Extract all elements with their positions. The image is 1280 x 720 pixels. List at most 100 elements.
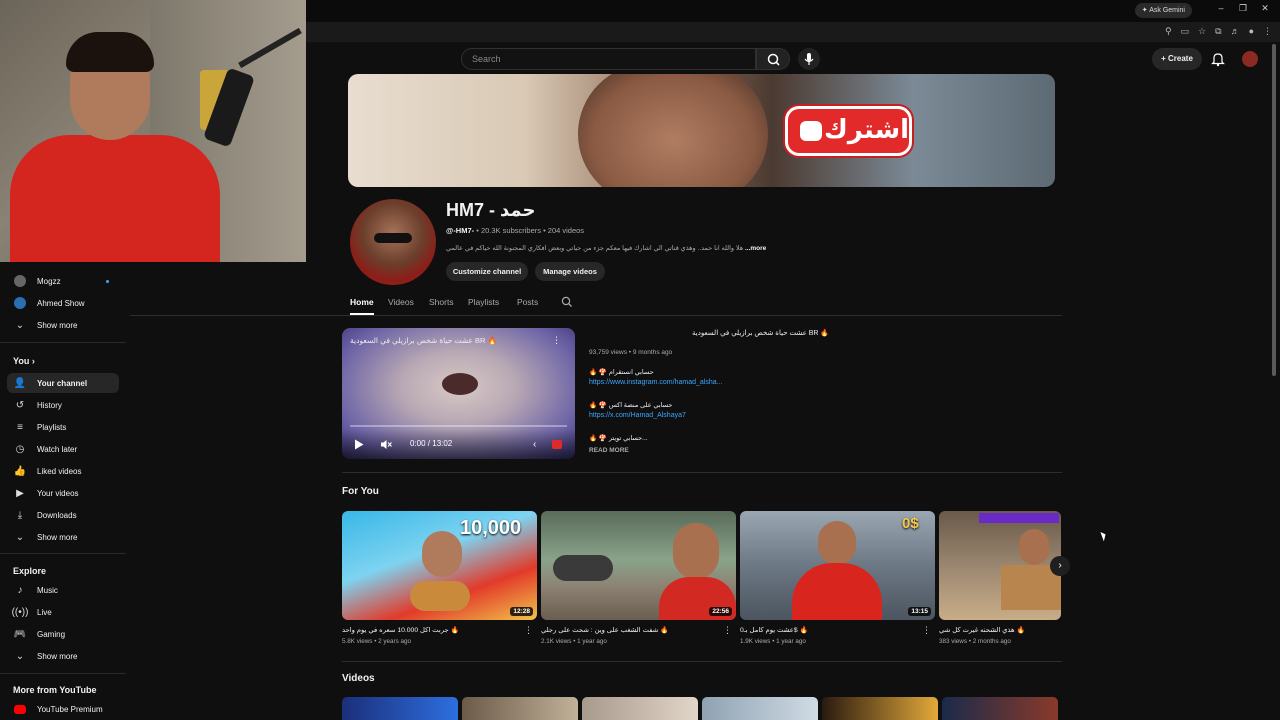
chevron-left-icon[interactable]: ‹ [533,439,536,450]
channel-description[interactable]: هلا والله انا حمد.. وهذي قناتي الي اشارك… [446,244,766,252]
carousel-next-button[interactable]: › [1050,556,1070,576]
voice-search-button[interactable] [798,48,820,70]
featured-video-title[interactable]: عشت حياة شخص برازيلي في السعودية BR 🔥 [692,329,829,337]
profile-icon[interactable]: ● [1249,26,1254,37]
video-menu-icon[interactable]: ⋮ [524,625,533,636]
tab-home[interactable]: Home [350,297,374,307]
sidebar-item-live[interactable]: ((•)) Live [7,602,119,622]
video-thumbnail[interactable]: 22:56 [541,511,736,620]
video-thumbnail[interactable] [939,511,1061,620]
sidebar-you-heading[interactable]: You › [13,356,35,366]
mute-icon[interactable] [380,439,392,450]
chevron-down-icon: ⌄ [15,319,25,331]
featured-video-views: 93,759 views • 9 months ago [589,349,673,356]
tab-videos[interactable]: Videos [388,297,414,307]
sidebar-item-your-channel[interactable]: 👤 Your channel [7,373,119,393]
account-avatar[interactable] [1242,51,1258,67]
video-thumbnail[interactable] [462,697,578,720]
video-title[interactable]: عشت يوم كامل بـ0$ 🔥 [740,626,925,634]
sidebar-divider [0,342,126,343]
tab-posts[interactable]: Posts [517,297,538,307]
play-icon[interactable] [354,439,364,450]
manage-videos-button[interactable]: Manage videos [535,262,605,281]
sidebar-item-music[interactable]: ♪ Music [7,580,119,600]
notifications-bell-icon[interactable] [1211,51,1225,67]
sidebar-item-label: YouTube Premium [37,704,103,714]
sidebar-item-watch-later[interactable]: ◷ Watch later [7,439,119,459]
sidebar-item-liked-videos[interactable]: 👍 Liked videos [7,461,119,481]
page-scrollbar[interactable] [1272,44,1276,376]
menu-kebab-icon[interactable]: ⋮ [1263,26,1272,37]
sidebar-sub-mogzz[interactable]: Mogzz [7,271,119,291]
clock-icon: ◷ [15,443,25,455]
video-icon: ▶ [16,487,24,499]
video-thumbnail[interactable] [822,697,938,720]
channel-avatar[interactable] [350,199,436,285]
channel-name: HM7 - حمد [446,200,536,220]
read-more-link[interactable]: READ MORE [589,447,629,454]
sidebar-more-heading: More from YouTube [13,685,97,695]
video-thumbnail[interactable]: 10,000 12:28 [342,511,537,620]
x-link[interactable]: https://x.com/Hamad_Alshaya7 [589,412,686,419]
music-icon: ♪ [17,584,23,596]
channel-avatar-icon [13,274,27,288]
sidebar-item-label: Downloads [37,510,77,520]
sidebar-item-gaming[interactable]: 🎮 Gaming [7,624,119,644]
create-button[interactable]: + Create [1152,48,1202,70]
close-icon[interactable]: ✕ [1256,3,1274,14]
video-title[interactable]: هذي الشحنه غيرت كل شي 🔥 [939,626,1051,634]
channel-meta: @-HM7- • 20.3K subscribers • 204 videos [446,226,584,235]
video-menu-icon[interactable]: ⋮ [723,625,732,636]
youtube-icon [13,702,27,716]
featured-video-player[interactable]: عشت حياة شخص برازيلي في السعودية BR 🔥 ⋮ … [342,328,575,459]
video-thumbnail[interactable] [942,697,1058,720]
video-duration: 22:56 [709,607,732,616]
cast-icon[interactable]: ▭ [1181,26,1190,37]
video-thumbnail[interactable] [702,697,818,720]
banner-subscribe-graphic: اشترك [785,106,912,156]
channel-search-icon[interactable] [561,296,573,308]
sidebar-item-downloads[interactable]: ⤓ Downloads [7,505,119,525]
bookmark-star-icon[interactable]: ☆ [1198,26,1206,37]
sidebar-explore-show-more[interactable]: ⌄ Show more [7,646,119,666]
video-card[interactable]: هذي الشحنه غيرت كل شي 🔥 383 views • 2 mo… [939,511,1061,656]
player-menu-icon[interactable]: ⋮ [552,335,561,346]
sidebar-item-playlists[interactable]: ≡ Playlists [7,417,119,437]
banner-face-image [578,74,768,187]
thumbnail-shelf [979,513,1059,523]
zoom-icon[interactable]: ⚲ [1165,26,1172,37]
sidebar-item-history[interactable]: ↺ History [7,395,119,415]
for-you-heading: For You [342,486,379,497]
player-controls: 0:00 / 13:02 ‹ [342,429,575,459]
search-input[interactable]: Search [461,48,756,70]
instagram-link[interactable]: https://www.instagram.com/hamad_alsha... [589,379,722,386]
thumbnail-jacket [792,563,882,620]
tab-shorts[interactable]: Shorts [429,297,454,307]
sidebar-item-your-videos[interactable]: ▶ Your videos [7,483,119,503]
search-button[interactable] [756,48,790,70]
minimize-icon[interactable]: – [1212,3,1230,13]
video-title[interactable]: جربت اكل 10.000 سعره في يوم واحد 🔥 [342,626,527,634]
customize-channel-button[interactable]: Customize channel [446,262,528,281]
chevron-down-icon: ⌄ [15,531,25,543]
sidebar-subs-show-more[interactable]: ⌄ Show more [7,315,119,335]
sidebar-you-show-more[interactable]: ⌄ Show more [7,527,119,547]
media-icon[interactable]: ♬ [1231,26,1240,37]
sidebar-item-youtube-premium[interactable]: YouTube Premium [7,699,119,719]
tab-playlists[interactable]: Playlists [468,297,499,307]
video-menu-icon[interactable]: ⋮ [922,625,931,636]
player-progress-bar[interactable] [350,425,567,427]
videos-heading: Videos [342,673,375,684]
restore-icon[interactable]: ❐ [1234,3,1252,14]
extensions-icon[interactable]: ⧉ [1215,26,1221,37]
video-duration: 13:15 [908,607,931,616]
chevron-down-icon: ⌄ [15,650,25,662]
video-thumbnail[interactable]: 0$ 13:15 [740,511,935,620]
video-thumbnail[interactable] [582,697,698,720]
ask-gemini-button[interactable]: ✦ Ask Gemini [1134,3,1192,18]
youtube-logo-icon[interactable] [552,440,562,449]
description-more-link[interactable]: ...more [745,245,766,252]
sidebar-sub-ahmed-show[interactable]: Ahmed Show [7,293,119,313]
video-thumbnail[interactable] [342,697,458,720]
video-title[interactable]: شفت الشغب على وين : شحت على رجلي 🔥 [541,626,726,634]
